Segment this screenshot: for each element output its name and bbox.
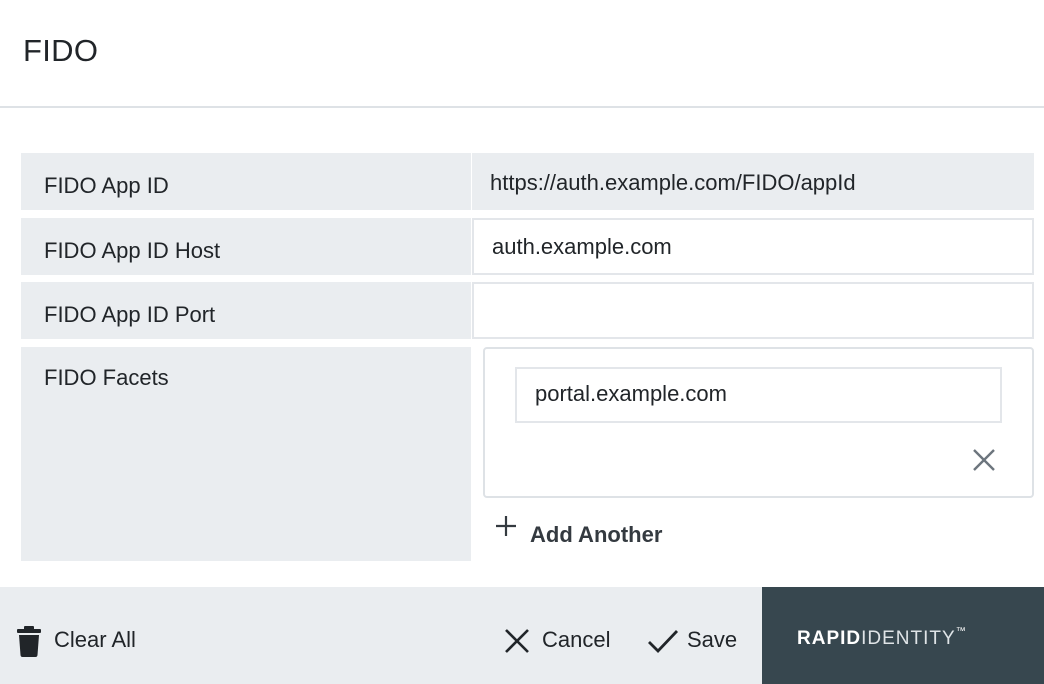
field-label-cell: FIDO Facets (21, 347, 471, 561)
trash-icon (17, 626, 41, 657)
save-button[interactable]: Save (647, 587, 747, 684)
field-row-app-id-host: FIDO App ID Host (21, 218, 1034, 275)
cancel-button[interactable]: Cancel (504, 587, 624, 684)
close-icon (505, 629, 529, 653)
cancel-label: Cancel (542, 627, 611, 652)
app-id-port-field[interactable] (472, 282, 1034, 339)
facet-item-card (483, 347, 1034, 498)
brand-logo-tm: ™ (955, 626, 967, 637)
add-another-label: Add Another (530, 522, 663, 547)
page-title: FIDO (23, 33, 99, 68)
field-label-cell: FIDO App ID (21, 153, 471, 210)
brand-logo-part2: IDENTITY (861, 628, 956, 649)
field-row-app-id: FIDO App ID https://auth.example.com/FID… (21, 153, 1034, 210)
field-row-app-id-port: FIDO App ID Port (21, 282, 1034, 339)
facet-field[interactable] (515, 367, 1002, 423)
app-id-value: https://auth.example.com/FIDO/appId (490, 170, 856, 195)
add-another-button[interactable]: Add Another (494, 512, 684, 552)
check-icon (648, 630, 679, 653)
field-label-cell: FIDO App ID Host (21, 218, 471, 275)
field-label-cell: FIDO App ID Port (21, 282, 471, 339)
facet-input[interactable] (535, 381, 975, 407)
clear-all-label: Clear All (54, 627, 136, 652)
close-icon (973, 449, 995, 471)
app-id-host-field[interactable] (472, 218, 1034, 275)
brand-logo-part1: RAPID (797, 628, 862, 649)
facet-remove-button[interactable] (971, 447, 997, 473)
field-label-facets: FIDO Facets (44, 365, 169, 390)
field-label-app-id: FIDO App ID (44, 173, 169, 198)
app-id-host-input[interactable] (492, 234, 1012, 260)
page-header: FIDO (0, 0, 1044, 108)
app-id-port-input[interactable] (492, 298, 1012, 324)
field-label-app-id-port: FIDO App ID Port (44, 302, 216, 327)
save-label: Save (687, 627, 738, 652)
app-id-value-cell: https://auth.example.com/FIDO/appId (472, 153, 1034, 210)
clear-all-button[interactable]: Clear All (16, 587, 156, 684)
field-label-app-id-host: FIDO App ID Host (44, 238, 221, 263)
brand-logo-panel: RAPIDIDENTITY™ (762, 587, 1044, 684)
plus-icon (496, 516, 516, 536)
fido-settings-page: FIDO FIDO App ID https://auth.example.co… (0, 0, 1044, 684)
brand-logo: RAPIDIDENTITY™ (797, 626, 967, 650)
